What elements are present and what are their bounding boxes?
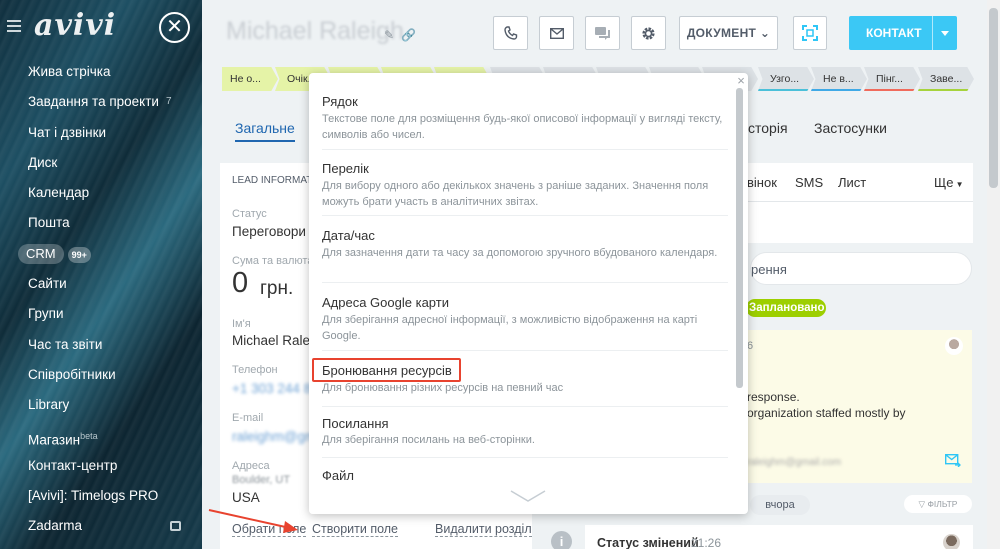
annotation-arrow-icon (208, 509, 298, 533)
